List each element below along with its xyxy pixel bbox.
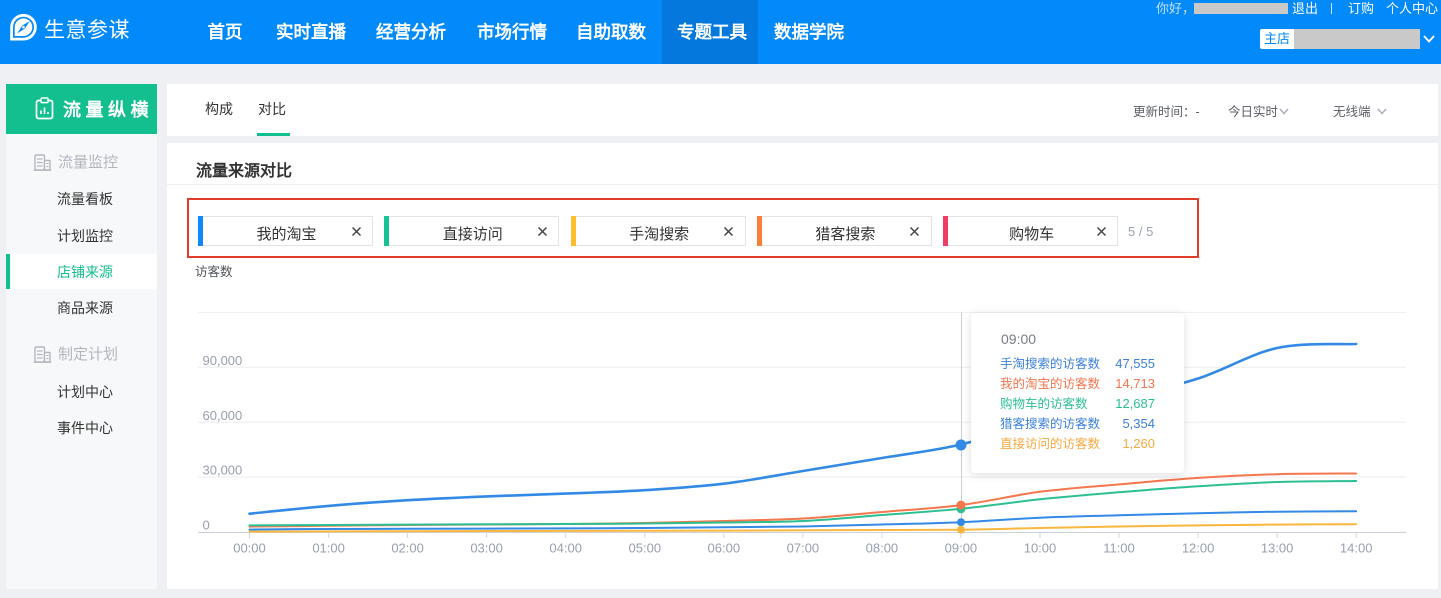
svg-text:04:00: 04:00 — [549, 541, 582, 556]
svg-text:10:00: 10:00 — [1024, 541, 1057, 556]
svg-text:90,000: 90,000 — [203, 353, 243, 368]
svg-text:30,000: 30,000 — [203, 463, 243, 478]
svg-text:14:00: 14:00 — [1340, 541, 1373, 556]
svg-text:05:00: 05:00 — [629, 541, 662, 556]
svg-text:11:00: 11:00 — [1103, 541, 1135, 556]
svg-text:12:00: 12:00 — [1182, 541, 1215, 556]
svg-text:13:00: 13:00 — [1261, 541, 1294, 556]
svg-text:07:00: 07:00 — [787, 541, 820, 556]
svg-text:00:00: 00:00 — [233, 541, 266, 556]
svg-text:03:00: 03:00 — [470, 541, 503, 556]
svg-text:60,000: 60,000 — [203, 408, 243, 423]
svg-text:02:00: 02:00 — [391, 541, 424, 556]
svg-text:01:00: 01:00 — [312, 541, 345, 556]
svg-text:0: 0 — [203, 518, 210, 533]
svg-text:06:00: 06:00 — [708, 541, 741, 556]
svg-text:08:00: 08:00 — [866, 541, 899, 556]
svg-text:09:00: 09:00 — [945, 541, 978, 556]
